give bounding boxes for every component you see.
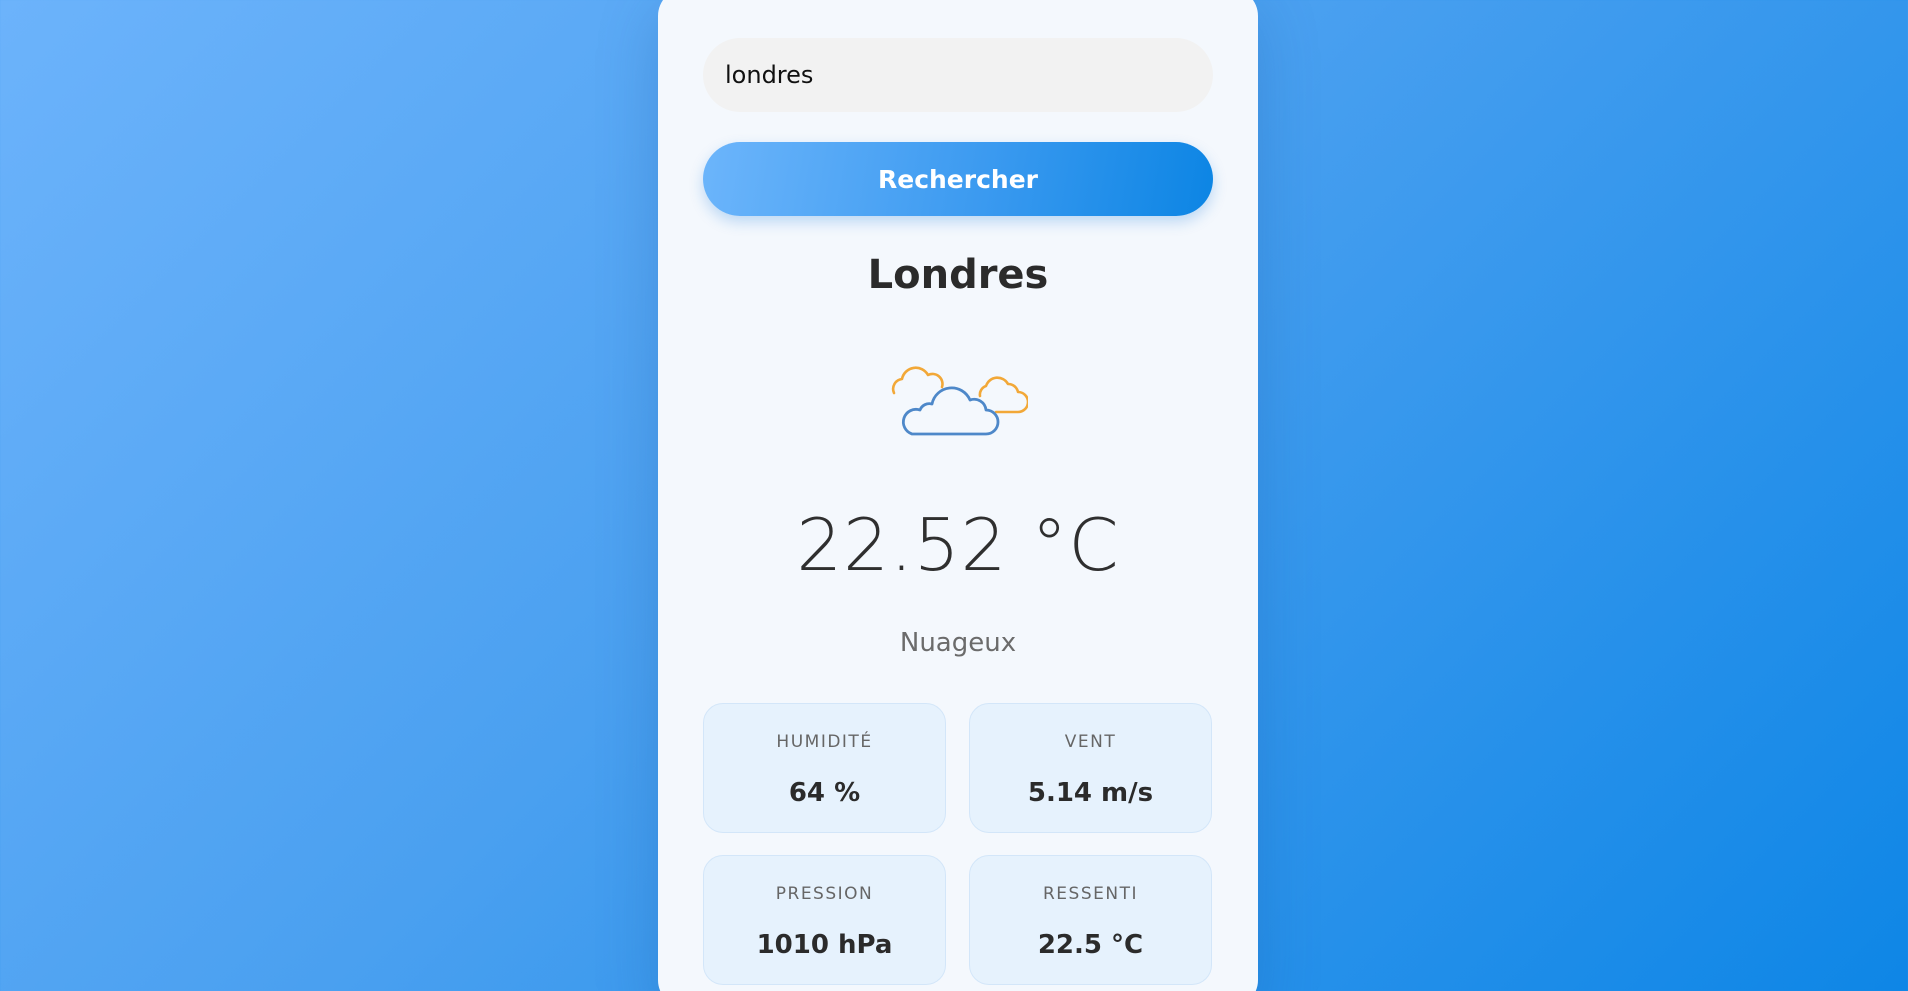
stat-humidity: HUMIDITÉ 64 % (703, 703, 946, 833)
stat-label: VENT (1064, 732, 1117, 752)
stat-value: 22.5 °C (1037, 930, 1144, 960)
stat-wind: VENT 5.14 m/s (969, 703, 1212, 833)
weather-card: Rechercher Londres 22.52 °C Nuageux HUMI… (658, 0, 1258, 991)
search-button[interactable]: Rechercher (703, 142, 1213, 216)
stat-label: HUMIDITÉ (776, 732, 873, 752)
city-name: Londres (867, 252, 1049, 298)
stat-label: RESSENTI (1043, 884, 1138, 904)
stat-value: 64 % (788, 778, 861, 808)
clouds-icon (891, 366, 1028, 436)
stat-pressure: PRESSION 1010 hPa (703, 855, 946, 985)
stat-value: 5.14 m/s (1027, 778, 1154, 808)
weather-description: Nuageux (899, 628, 1017, 658)
stat-label: PRESSION (775, 884, 874, 904)
stat-value: 1010 hPa (756, 930, 893, 960)
stat-feels-like: RESSENTI 22.5 °C (969, 855, 1212, 985)
temperature-value: 22.52 °C (796, 503, 1120, 587)
city-search-input[interactable] (703, 38, 1213, 112)
